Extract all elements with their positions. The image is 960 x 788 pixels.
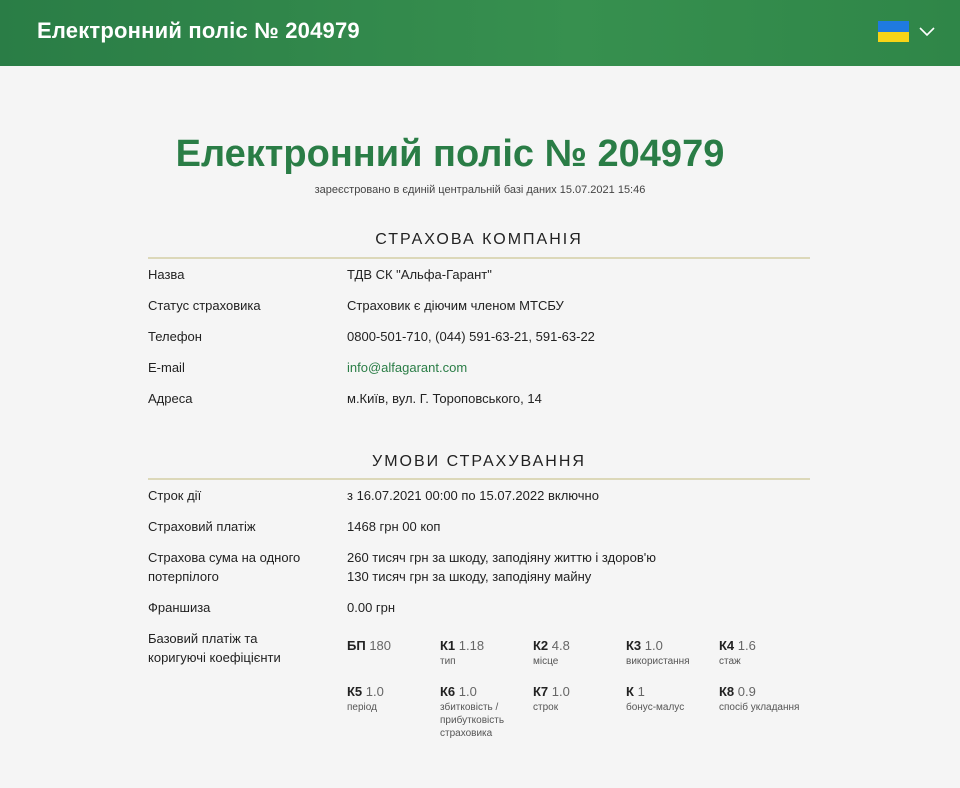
coef-k3-desc: використання: [626, 656, 690, 667]
coef-k2: К2 4.8 місце: [533, 637, 623, 668]
sum-insured-health-value: 260 тисяч грн за шкоду, заподіяну життю …: [347, 550, 657, 565]
coef-k6: К6 1.0 збитковість / прибутковість страх…: [440, 683, 530, 740]
coef-k4-key: К4: [719, 638, 735, 653]
premium-value: 1468 грн 00 коп: [347, 519, 441, 534]
coef-k5-desc: період: [347, 702, 377, 713]
page-title-wrap: Електронний поліс № 204979: [0, 133, 900, 176]
coefficients-label: Базовий платіж та коригуючі коефіцієнти: [148, 629, 338, 667]
coef-k3: К3 1.0 використання: [626, 637, 716, 668]
coef-k5-value: 1.0: [365, 684, 384, 699]
coef-k6-desc: збитковість / прибутковість страховика: [440, 702, 505, 739]
deductible-value: 0.00 грн: [347, 600, 396, 615]
coef-base: БП 180: [347, 637, 437, 654]
term-period-label: Строк дії: [148, 488, 202, 503]
coef-k5: К5 1.0 період: [347, 683, 437, 714]
coef-bonus-malus-desc: бонус-малус: [626, 702, 685, 713]
header-title: Електронний поліс № 204979: [37, 18, 360, 43]
company-phone-value: 0800-501-710, (044) 591-63-21, 591-63-22: [347, 329, 595, 344]
coef-k2-desc: місце: [533, 656, 559, 667]
top-bar: Електронний поліс № 204979: [0, 0, 960, 66]
coef-k7-value: 1.0: [551, 684, 570, 699]
company-section-title: СТРАХОВА КОМПАНІЯ: [375, 231, 583, 248]
coef-k4: К4 1.6 стаж: [719, 637, 809, 668]
coef-bonus-malus: К 1 бонус-малус: [626, 683, 716, 714]
chevron-down-icon[interactable]: [918, 22, 936, 40]
coef-k6-value: 1.0: [458, 684, 477, 699]
coefficients-label-line1: Базовий платіж та: [148, 631, 258, 646]
coef-k8-key: К8: [719, 684, 735, 699]
coef-k2-value: 4.8: [551, 638, 570, 653]
coef-k1-desc: тип: [440, 656, 456, 667]
coef-k1: К1 1.18 тип: [440, 637, 530, 668]
coef-bonus-malus-key: К: [626, 684, 634, 699]
premium-label: Страховий платіж: [148, 519, 256, 534]
coef-k4-desc: стаж: [719, 656, 741, 667]
company-address-value: м.Київ, вул. Г. Тороповського, 14: [347, 391, 542, 406]
coef-k6-key: К6: [440, 684, 456, 699]
coef-bonus-malus-value: 1: [637, 684, 645, 699]
coefficients-label-line2: коригуючі коефіцієнти: [148, 650, 281, 665]
company-name-label: Назва: [148, 267, 185, 282]
term-period-value: з 16.07.2021 00:00 по 15.07.2022 включно: [347, 488, 599, 503]
ukraine-flag-icon[interactable]: [878, 21, 909, 42]
company-email-label: E-mail: [148, 360, 185, 375]
coef-k7-key: К7: [533, 684, 549, 699]
coef-k8-value: 0.9: [737, 684, 756, 699]
coef-k7: К7 1.0 строк: [533, 683, 623, 714]
coef-k2-key: К2: [533, 638, 549, 653]
coef-k8: К8 0.9 спосіб укладання: [719, 683, 809, 714]
sum-insured-property-value: 130 тисяч грн за шкоду, заподіяну майну: [347, 569, 592, 584]
company-address-label: Адреса: [148, 391, 193, 406]
company-name-value: ТДВ СК "Альфа-Гарант": [347, 267, 492, 282]
company-status-value: Страховик є діючим членом МТСБУ: [347, 298, 564, 313]
terms-section-divider: [148, 478, 810, 480]
sum-insured-label-line1: Страхова сума на одного: [148, 550, 301, 565]
coef-k4-value: 1.6: [737, 638, 756, 653]
company-phone-label: Телефон: [148, 329, 202, 344]
sum-insured-label-line2: потерпілого: [148, 569, 219, 584]
coef-k1-value: 1.18: [458, 638, 485, 653]
sum-insured-value: 260 тисяч грн за шкоду, заподіяну життю …: [347, 548, 807, 586]
terms-section-title: УМОВИ СТРАХУВАННЯ: [372, 453, 586, 470]
registered-note: зареєстровано в єдиній центральній базі …: [314, 184, 646, 196]
coef-k5-key: К5: [347, 684, 363, 699]
coef-k1-key: К1: [440, 638, 456, 653]
coef-k3-value: 1.0: [644, 638, 663, 653]
page-title: Електронний поліс № 204979: [175, 133, 725, 175]
coef-k8-desc: спосіб укладання: [719, 702, 800, 713]
company-status-label: Статус страховика: [148, 298, 261, 313]
coef-k7-desc: строк: [533, 702, 559, 713]
company-email-link[interactable]: info@alfagarant.com: [347, 360, 467, 375]
coef-base-value: 180: [369, 638, 392, 653]
company-email-value-wrap: info@alfagarant.com: [347, 358, 807, 377]
sum-insured-label: Страхова сума на одного потерпілого: [148, 548, 338, 586]
coef-base-key: БП: [347, 638, 366, 653]
coef-k3-key: К3: [626, 638, 642, 653]
company-section-divider: [148, 257, 810, 259]
deductible-label: Франшиза: [148, 600, 211, 615]
